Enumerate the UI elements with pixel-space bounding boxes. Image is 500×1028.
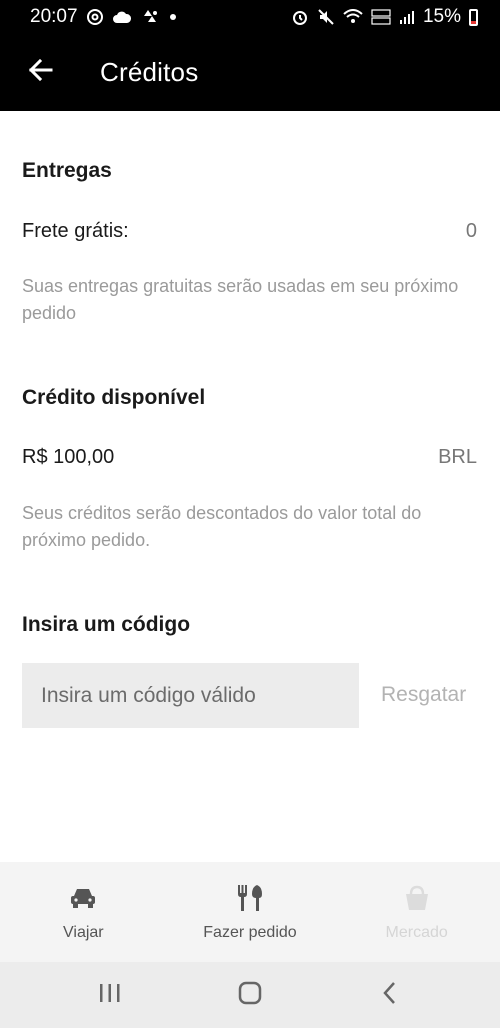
recents-button[interactable] bbox=[80, 965, 140, 1025]
status-right: 15% bbox=[291, 6, 478, 28]
dot-icon bbox=[168, 12, 178, 22]
back-icon bbox=[380, 980, 400, 1011]
redeem-button[interactable]: Resgatar bbox=[381, 683, 466, 707]
credit-amount: R$ 100,00 bbox=[22, 446, 115, 468]
system-nav bbox=[0, 962, 500, 1028]
nav-label-viajar: Viajar bbox=[63, 924, 104, 941]
cloud-icon bbox=[112, 10, 132, 24]
free-shipping-value: 0 bbox=[465, 220, 477, 242]
battery-percent: 15% bbox=[422, 6, 461, 27]
deliveries-title: Entregas bbox=[22, 159, 112, 182]
status-bar: 20:07 15% bbox=[0, 0, 500, 34]
status-left: 20:07 bbox=[30, 6, 178, 28]
battery-low-icon bbox=[469, 8, 478, 26]
deliveries-help-text: Suas entregas gratuitas serão usadas em … bbox=[22, 276, 459, 323]
credit-title: Crédito disponível bbox=[22, 386, 206, 409]
home-icon bbox=[237, 980, 263, 1011]
arrow-left-icon bbox=[27, 57, 53, 88]
home-button[interactable] bbox=[220, 965, 280, 1025]
car-icon bbox=[69, 882, 97, 914]
pinwheel-icon bbox=[140, 8, 160, 26]
free-shipping-label: Frete grátis: bbox=[22, 220, 129, 242]
signal-icon bbox=[399, 9, 415, 25]
at-sign-icon bbox=[86, 8, 104, 26]
nav-item-fazer-pedido[interactable]: Fazer pedido bbox=[170, 882, 330, 942]
volte-icon bbox=[371, 8, 391, 26]
promo-code-input[interactable] bbox=[22, 663, 359, 728]
app-bar: Créditos bbox=[0, 34, 500, 111]
back-button[interactable] bbox=[0, 34, 80, 111]
recents-icon bbox=[98, 982, 122, 1009]
fork-knife-icon bbox=[235, 882, 265, 914]
nav-label-fazer-pedido: Fazer pedido bbox=[203, 924, 297, 941]
alarm-icon bbox=[291, 8, 309, 26]
wifi-icon bbox=[343, 9, 363, 25]
credit-currency: BRL bbox=[438, 446, 477, 468]
nav-item-mercado[interactable]: Mercado bbox=[337, 882, 497, 942]
nav-label-mercado: Mercado bbox=[385, 924, 448, 941]
nav-item-viajar[interactable]: Viajar bbox=[3, 882, 163, 942]
system-back-button[interactable] bbox=[360, 965, 420, 1025]
page-title: Créditos bbox=[100, 57, 199, 87]
bottom-nav: Viajar Fazer pedido Mercado bbox=[0, 862, 500, 962]
credit-help-text: Seus créditos serão descontados do valor… bbox=[22, 503, 422, 550]
basket-icon bbox=[403, 882, 431, 914]
code-title: Insira um código bbox=[22, 613, 191, 636]
mute-icon bbox=[317, 8, 335, 26]
status-time: 20:07 bbox=[30, 6, 78, 27]
